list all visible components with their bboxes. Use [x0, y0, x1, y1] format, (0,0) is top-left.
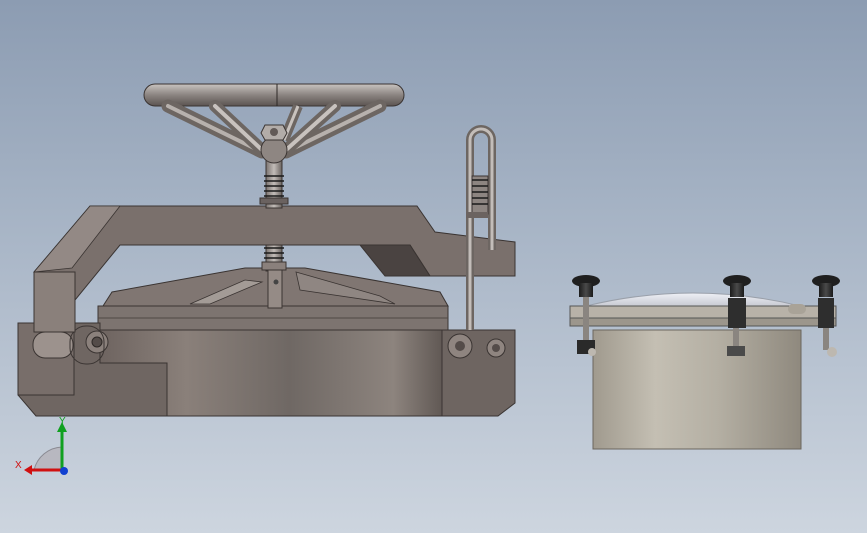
z-axis-dot — [60, 467, 68, 475]
latch-handle[interactable] — [466, 125, 496, 330]
x-axis-label: X — [15, 460, 22, 471]
lid-dome — [585, 292, 801, 307]
y-axis-label: Y — [59, 416, 66, 427]
cad-viewport[interactable]: X Y — [0, 0, 867, 533]
handwheel[interactable] — [143, 83, 405, 164]
right-latch — [441, 329, 516, 417]
orientation-triad[interactable]: X Y — [15, 416, 68, 475]
manhole-cover-with-handwheel-clamp[interactable] — [17, 83, 516, 417]
vessel-body — [592, 329, 802, 450]
manhole-cover-with-knob-clamps[interactable] — [569, 275, 840, 450]
